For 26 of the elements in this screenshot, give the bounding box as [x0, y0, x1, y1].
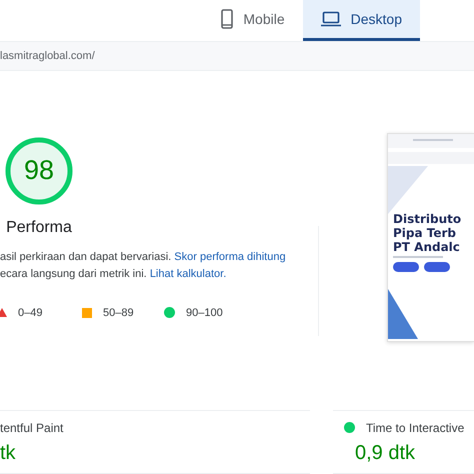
score-label: Performa	[6, 218, 72, 237]
metric-value: 0,9 dtk	[354, 442, 416, 465]
device-tab[interactable]: Mobile	[203, 0, 303, 41]
score-gauge	[5, 136, 73, 205]
preview-headline: Pipa Terb	[393, 226, 458, 240]
preview-headline: PT Andalc	[393, 240, 461, 254]
triangle-decoration	[388, 166, 428, 214]
legend-label: 50–89	[103, 306, 134, 319]
phone-icon	[221, 8, 234, 29]
score-note: asil perkiraan dan dapat bervariasi. Skor performa dihitung ecara langsung dari metrik ini. Lihat kalkulator.	[0, 250, 286, 282]
score-value: 98	[22, 154, 56, 186]
note-link[interactable]: Lihat kalkulator.	[150, 268, 226, 280]
legend-label: 0–49	[18, 306, 42, 319]
metric-label: tentful Paint	[0, 420, 64, 435]
metric-value: tk	[0, 442, 17, 465]
page-url: lasmitraglobal.com/	[0, 50, 95, 62]
status-dot	[344, 422, 355, 434]
preview-headline: Distributo	[393, 212, 462, 226]
text-line	[413, 138, 453, 141]
triangle-decoration	[388, 288, 418, 339]
note-link[interactable]: Skor performa dihitung	[174, 250, 286, 263]
metric-label: Time to Interactive	[366, 420, 464, 435]
device-tab[interactable]: Desktop	[302, 0, 420, 41]
text-line	[393, 256, 443, 258]
legend-label: 90–100	[186, 306, 223, 319]
laptop-icon	[320, 10, 341, 27]
